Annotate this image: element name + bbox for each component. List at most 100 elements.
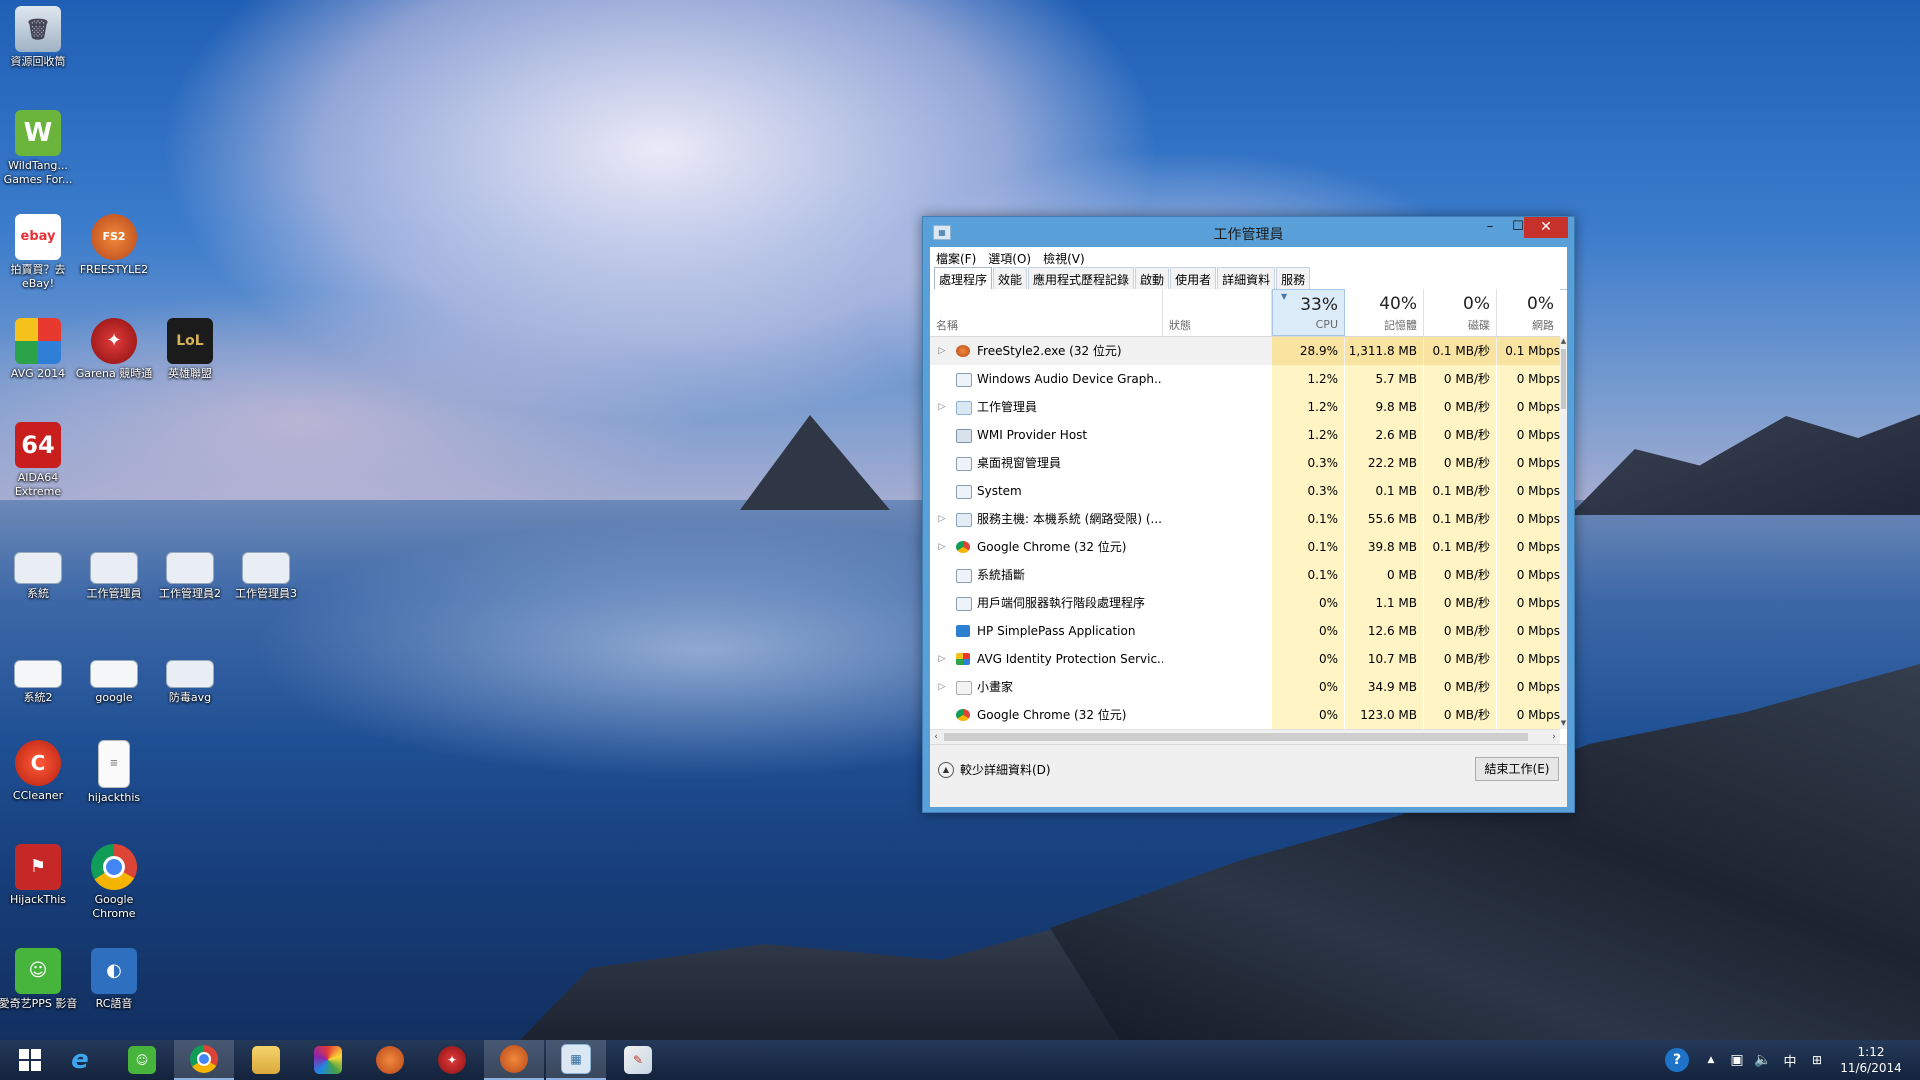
expand-arrow-icon[interactable]: ▷ bbox=[935, 505, 949, 533]
tab-users[interactable]: 使用者 bbox=[1170, 267, 1217, 289]
vertical-scrollbar[interactable]: ▲ ▼ bbox=[1560, 337, 1567, 729]
desktop-icon-rc[interactable]: ◐ RC語音 bbox=[74, 948, 154, 1011]
tray-help[interactable]: ? bbox=[1660, 1040, 1694, 1080]
tab-app-history[interactable]: 應用程式歷程記錄 bbox=[1028, 267, 1135, 289]
expand-arrow-icon[interactable]: ▷ bbox=[935, 645, 949, 673]
horizontal-scrollbar[interactable]: ‹ › bbox=[930, 729, 1560, 744]
desktop-icon-garena[interactable]: ✦ Garena 競時通 bbox=[74, 318, 154, 381]
expand-arrow-icon[interactable] bbox=[935, 701, 949, 729]
process-row[interactable]: ▷ Google Chrome (32 位元) 0.1% 39.8 MB 0.1 MB/… bbox=[930, 533, 1560, 561]
desktop-icon-system2[interactable]: 系統2 bbox=[0, 646, 78, 705]
process-row[interactable]: 系統插斷 0.1% 0 MB 0 MB/秒 0 Mbps bbox=[930, 561, 1560, 589]
close-button[interactable]: ✕ bbox=[1524, 217, 1568, 238]
desktop-icon-freestyle2[interactable]: FS2 FREESTYLE2 bbox=[74, 214, 154, 277]
desktop-icon-system[interactable]: 系統 bbox=[0, 542, 78, 601]
taskbar-freestyle2-running[interactable] bbox=[484, 1040, 544, 1080]
expand-arrow-icon[interactable]: ▷ bbox=[935, 673, 949, 701]
desktop-icon-ccleaner[interactable]: C CCleaner bbox=[0, 740, 78, 803]
taskbar-chrome[interactable] bbox=[174, 1040, 234, 1080]
desktop-icon-chrome[interactable]: Google Chrome bbox=[74, 844, 154, 921]
desktop-icon-taskmgr[interactable]: 工作管理員 bbox=[74, 542, 154, 601]
column-cpu[interactable]: ▼ 33% CPU bbox=[1272, 289, 1345, 336]
tab-performance[interactable]: 效能 bbox=[993, 267, 1028, 289]
tab-details[interactable]: 詳細資料 bbox=[1217, 267, 1276, 289]
tray-keyboard[interactable]: ⊞ bbox=[1806, 1040, 1828, 1080]
desktop-icon-avg[interactable]: AVG 2014 bbox=[0, 318, 78, 381]
taskbar-app-colorful[interactable] bbox=[298, 1040, 358, 1080]
desktop-icon-wildtangent[interactable]: W WildTang... Games For... bbox=[0, 110, 78, 187]
process-row[interactable]: ▷ 服務主機: 本機系統 (網路受限) (... 0.1% 55.6 MB 0.1 MB… bbox=[930, 505, 1560, 533]
column-memory[interactable]: 40% 記憶體 bbox=[1345, 289, 1424, 336]
fs-icon bbox=[956, 345, 970, 357]
menu-options[interactable]: 選項(O) bbox=[982, 247, 1037, 267]
desktop-icon-ebay[interactable]: ebay 拍賣買？去 eBay! bbox=[0, 214, 78, 291]
process-row[interactable]: WMI Provider Host 1.2% 2.6 MB 0 MB/秒 0 Mbps bbox=[930, 421, 1560, 449]
end-task-button[interactable]: 結束工作(E) bbox=[1475, 757, 1559, 781]
menu-file[interactable]: 檔案(F) bbox=[930, 247, 982, 267]
process-row[interactable]: System 0.3% 0.1 MB 0.1 MB/秒 0 Mbps bbox=[930, 477, 1560, 505]
fewer-details-button[interactable]: ▲ 較少詳細資料(D) bbox=[938, 761, 1051, 778]
process-row[interactable]: Windows Audio Device Graph... 1.2% 5.7 MB 0… bbox=[930, 365, 1560, 393]
expand-arrow-icon[interactable] bbox=[935, 477, 949, 505]
expand-arrow-icon[interactable] bbox=[935, 589, 949, 617]
expand-arrow-icon[interactable]: ▷ bbox=[935, 533, 949, 561]
taskbar-freestyle2[interactable] bbox=[360, 1040, 420, 1080]
title-bar[interactable]: ▦ 工作管理員 – ☐ ✕ bbox=[923, 217, 1574, 247]
scroll-thumb[interactable] bbox=[1561, 349, 1566, 409]
column-disk[interactable]: 0% 磁碟 bbox=[1424, 289, 1497, 336]
taskbar-paint[interactable]: ✎ bbox=[608, 1040, 668, 1080]
desktop-icon-recycle-bin[interactable]: 🗑 資源回收筒 bbox=[0, 6, 78, 69]
taskbar-garena[interactable]: ✦ bbox=[422, 1040, 482, 1080]
scroll-right-icon[interactable]: › bbox=[1548, 730, 1560, 744]
minimize-button[interactable]: – bbox=[1476, 217, 1504, 238]
desktop-icon-aida64[interactable]: 64 AIDA64 Extreme bbox=[0, 422, 78, 499]
menu-view[interactable]: 檢視(V) bbox=[1037, 247, 1091, 267]
process-row[interactable]: 桌面視窗管理員 0.3% 22.2 MB 0 MB/秒 0 Mbps bbox=[930, 449, 1560, 477]
column-status[interactable]: 狀態 bbox=[1163, 289, 1272, 336]
scroll-down-icon[interactable]: ▼ bbox=[1560, 719, 1567, 729]
task-manager-window[interactable]: ▦ 工作管理員 – ☐ ✕ 檔案(F) 選項(O) 檢視(V) 處理程序 效能 … bbox=[922, 216, 1575, 813]
desktop-icon-avg-shortcut[interactable]: 防毒avg bbox=[150, 646, 230, 705]
process-row[interactable]: HP SimplePass Application 0% 12.6 MB 0 MB/秒… bbox=[930, 617, 1560, 645]
desktop-icon-taskmgr2[interactable]: 工作管理員2 bbox=[150, 542, 230, 601]
tray-show-hidden[interactable]: ▲ bbox=[1702, 1040, 1720, 1080]
taskbar-task-manager[interactable]: ▦ bbox=[546, 1040, 606, 1080]
desktop-icon-label: 資源回收筒 bbox=[10, 55, 66, 68]
process-row[interactable]: ▷ AVG Identity Protection Servic... 0% 10.7… bbox=[930, 645, 1560, 673]
taskbar-iqiyi[interactable]: ☺ bbox=[112, 1040, 172, 1080]
process-row[interactable]: ▷ 工作管理員 1.2% 9.8 MB 0 MB/秒 0 Mbps bbox=[930, 393, 1560, 421]
desktop-icon-taskmgr3[interactable]: 工作管理員3 bbox=[226, 542, 306, 601]
tab-services[interactable]: 服務 bbox=[1276, 267, 1311, 289]
tab-processes[interactable]: 處理程序 bbox=[934, 267, 993, 289]
expand-arrow-icon[interactable] bbox=[935, 365, 949, 393]
process-row[interactable]: Google Chrome (32 位元) 0% 123.0 MB 0 MB/秒 0 M… bbox=[930, 701, 1560, 729]
desktop-icon-lol[interactable]: LoL 英雄聯盟 bbox=[150, 318, 230, 381]
tab-startup[interactable]: 啟動 bbox=[1135, 267, 1170, 289]
expand-arrow-icon[interactable] bbox=[935, 561, 949, 589]
desktop-icon-iqiyi[interactable]: ☺ 愛奇艺PPS 影音 bbox=[0, 948, 78, 1011]
expand-arrow-icon[interactable] bbox=[935, 617, 949, 645]
desktop-icon-google[interactable]: google bbox=[74, 646, 154, 705]
column-name[interactable]: 名稱 bbox=[930, 289, 1163, 336]
tray-volume[interactable]: 🔈 bbox=[1752, 1040, 1774, 1080]
desktop-icon-hijackthis[interactable]: ⚑ HijackThis bbox=[0, 844, 78, 907]
process-row[interactable]: ▷ 小畫家 0% 34.9 MB 0 MB/秒 0 Mbps bbox=[930, 673, 1560, 701]
desktop-icon-hijackthis-file[interactable]: ≡ hijackthis bbox=[74, 740, 154, 805]
taskbar-file-explorer[interactable] bbox=[236, 1040, 296, 1080]
process-row[interactable]: 用戶端伺服器執行階段處理程序 0% 1.1 MB 0 MB/秒 0 Mbps bbox=[930, 589, 1560, 617]
taskbar-ie[interactable]: e bbox=[50, 1040, 110, 1080]
scroll-thumb-horizontal[interactable] bbox=[944, 733, 1528, 741]
menu-bar: 檔案(F) 選項(O) 檢視(V) bbox=[930, 247, 1567, 267]
column-network[interactable]: 0% 網路 bbox=[1497, 289, 1560, 336]
expand-arrow-icon[interactable] bbox=[935, 449, 949, 477]
tray-ime[interactable]: 中 bbox=[1778, 1040, 1802, 1080]
expand-arrow-icon[interactable] bbox=[935, 421, 949, 449]
keyboard-icon: ⊞ bbox=[1811, 1053, 1823, 1067]
scroll-up-icon[interactable]: ▲ bbox=[1560, 337, 1567, 347]
expand-arrow-icon[interactable]: ▷ bbox=[935, 393, 949, 421]
expand-arrow-icon[interactable]: ▷ bbox=[935, 337, 949, 365]
clock[interactable]: 1:12 11/6/2014 bbox=[1836, 1044, 1906, 1076]
scroll-left-icon[interactable]: ‹ bbox=[930, 730, 942, 744]
tray-network[interactable]: ▣ bbox=[1726, 1040, 1748, 1080]
process-row[interactable]: ▷ FreeStyle2.exe (32 位元) 28.9% 1,311.8 MB 0.… bbox=[930, 337, 1560, 365]
